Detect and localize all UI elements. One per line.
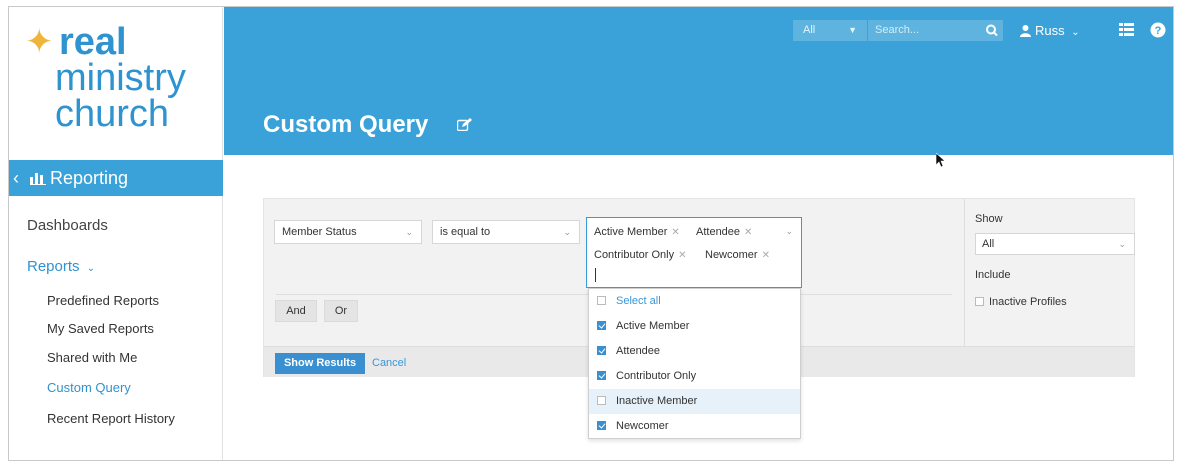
value-multiselect[interactable]: Active Member ✕ Attendee ✕ Contributor Onl… — [586, 217, 802, 288]
sidebar-item-shared-with-me[interactable]: Shared with Me — [47, 350, 137, 365]
help-icon[interactable]: ? — [1150, 22, 1166, 38]
checkbox[interactable] — [597, 371, 606, 380]
bar-chart-icon — [30, 173, 47, 185]
logo-line-2: ministry — [55, 57, 186, 99]
option-newcomer[interactable]: Newcomer — [589, 414, 800, 439]
select-all-option[interactable]: Select all — [589, 289, 800, 314]
option-contributor-only[interactable]: Contributor Only — [589, 364, 800, 389]
include-label: Include — [975, 269, 1011, 281]
option-label: Newcomer — [616, 420, 669, 432]
select-all-label: Select all — [616, 295, 661, 307]
mouse-cursor-icon — [936, 153, 946, 168]
checkbox[interactable] — [597, 346, 606, 355]
text-caret — [595, 268, 596, 282]
sidebar-item-my-saved-reports[interactable]: My Saved Reports — [47, 321, 154, 336]
church-logo[interactable]: ✦ real ministry church — [25, 21, 215, 161]
value-tag: Attendee ✕ — [696, 225, 753, 240]
option-label: Active Member — [616, 320, 690, 332]
operator-select-value: is equal to — [440, 226, 491, 238]
list-icon[interactable] — [1119, 23, 1134, 37]
user-menu[interactable]: Russ ⌄ — [1020, 20, 1080, 41]
value-tag-label: Contributor Only — [594, 249, 675, 261]
user-icon — [1020, 25, 1031, 37]
chevron-down-icon: ⌄ — [86, 263, 96, 274]
field-select[interactable]: Member Status ⌄ — [274, 220, 422, 244]
option-active-member[interactable]: Active Member — [589, 314, 800, 339]
caret-down-icon: ▼ — [848, 25, 857, 35]
edit-icon[interactable] — [457, 118, 472, 131]
remove-tag-icon[interactable]: ✕ — [678, 250, 686, 261]
show-select[interactable]: All ⌄ — [975, 233, 1135, 255]
remove-tag-icon[interactable]: ✕ — [762, 250, 770, 261]
inactive-profiles-checkbox[interactable] — [975, 297, 984, 306]
sidebar-item-reports[interactable]: Reports ⌄ — [27, 258, 95, 275]
option-label: Attendee — [616, 345, 661, 357]
select-all-checkbox[interactable] — [597, 296, 606, 305]
logo-line-1: real — [59, 21, 127, 63]
show-results-button[interactable]: Show Results — [275, 353, 365, 374]
show-label: Show — [975, 213, 1003, 225]
checkbox[interactable] — [597, 421, 606, 430]
sidebar-section-reporting[interactable]: ‹ Reporting — [9, 160, 223, 196]
value-tag-label: Newcomer — [705, 249, 758, 261]
checkbox[interactable] — [597, 321, 606, 330]
search-icon — [986, 24, 998, 37]
remove-tag-icon[interactable]: ✕ — [671, 227, 679, 238]
or-button[interactable]: Or — [324, 300, 358, 322]
svg-text:?: ? — [1155, 25, 1162, 37]
value-tag: Contributor Only ✕ — [594, 248, 687, 263]
operator-select[interactable]: is equal to ⌄ — [432, 220, 580, 244]
value-dropdown: Select all Active Member Attendee Contri… — [588, 288, 801, 439]
option-attendee[interactable]: Attendee — [589, 339, 800, 364]
search-button[interactable] — [981, 20, 1003, 41]
and-button[interactable]: And — [275, 300, 317, 322]
search-scope-value: All — [803, 24, 816, 36]
sidebar-section-label: Reporting — [50, 168, 129, 188]
inactive-profiles-label: Inactive Profiles — [989, 296, 1067, 308]
option-label: Contributor Only — [616, 370, 697, 382]
search-scope-select[interactable]: All ▼ — [793, 20, 867, 41]
cancel-link[interactable]: Cancel — [372, 353, 406, 374]
chevron-down-icon: ⌄ — [405, 227, 413, 237]
sidebar-item-recent-report-history[interactable]: Recent Report History — [47, 411, 175, 426]
chevron-down-icon: ⌄ — [1071, 27, 1080, 38]
checkbox[interactable] — [597, 396, 606, 405]
value-tag: Newcomer ✕ — [705, 248, 770, 263]
user-name: Russ — [1035, 23, 1065, 38]
options-pane: Show All ⌄ Include Inactive Profiles — [964, 199, 1135, 346]
sidebar-item-dashboards[interactable]: Dashboards — [27, 217, 108, 234]
sidebar-item-predefined-reports[interactable]: Predefined Reports — [47, 293, 159, 308]
field-select-value: Member Status — [282, 226, 357, 238]
sidebar-item-reports-label: Reports — [27, 258, 80, 275]
value-tag-label: Attendee — [696, 226, 741, 238]
value-tag: Active Member ✕ — [594, 225, 680, 240]
remove-tag-icon[interactable]: ✕ — [744, 227, 752, 238]
search-input[interactable]: Search... — [868, 20, 981, 41]
star-icon: ✦ — [25, 23, 54, 61]
chevron-down-icon: ⌄ — [563, 227, 571, 237]
inactive-profiles-option[interactable]: Inactive Profiles — [975, 296, 1067, 308]
page-title: Custom Query — [263, 111, 429, 138]
sidebar-item-custom-query[interactable]: Custom Query — [47, 380, 131, 395]
header-band: All ▼ Search... Russ ⌄ ? Custom Query — [224, 7, 1173, 155]
value-tag-label: Active Member — [594, 226, 668, 238]
show-select-value: All — [982, 238, 995, 250]
chevron-down-icon: ⌄ — [1118, 239, 1126, 249]
chevron-down-icon: ⌄ — [785, 226, 793, 236]
option-label: Inactive Member — [616, 395, 698, 407]
chevron-left-icon: ‹ — [13, 168, 19, 188]
sidebar: ✦ real ministry church ‹ Reporting Dashb… — [9, 7, 223, 460]
option-inactive-member[interactable]: Inactive Member — [589, 389, 800, 414]
logo-line-3: church — [55, 93, 170, 135]
